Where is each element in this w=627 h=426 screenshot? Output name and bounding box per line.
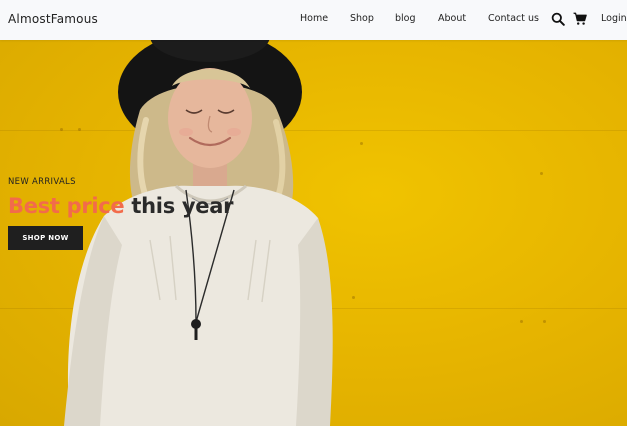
nav-item-contact[interactable]: Contact us (488, 13, 539, 24)
nav-item-blog[interactable]: blog (395, 13, 416, 24)
shop-now-button[interactable]: SHOP NOW (8, 226, 83, 250)
search-icon[interactable] (551, 11, 567, 27)
brand-logo[interactable]: AlmostFamous (8, 12, 98, 26)
headline-accent: Best price (8, 194, 125, 218)
navbar: AlmostFamous Home Shop blog About Contac… (0, 0, 627, 40)
cart-icon[interactable] (573, 11, 589, 27)
nav-item-about[interactable]: About (438, 13, 466, 24)
nav-item-home[interactable]: Home (300, 13, 328, 24)
hero-eyebrow: NEW ARRIVALS (8, 177, 76, 187)
login-link[interactable]: Login (601, 13, 627, 24)
headline-rest: this year (131, 194, 234, 218)
hero-banner: NEW ARRIVALS Best price this year SHOP N… (0, 40, 627, 426)
hero-headline: Best price this year (8, 193, 233, 219)
hero-text-block: NEW ARRIVALS Best price this year SHOP N… (8, 177, 233, 250)
nav-item-shop[interactable]: Shop (350, 13, 374, 24)
